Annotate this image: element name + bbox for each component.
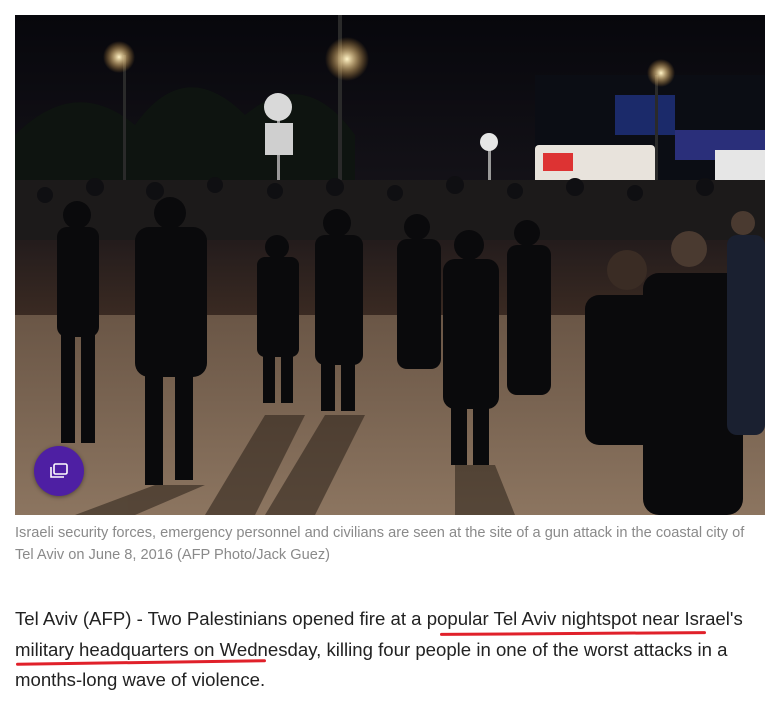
article-photo[interactable] bbox=[15, 15, 765, 515]
photo-caption: Israeli security forces, emergency perso… bbox=[15, 525, 745, 563]
highlighted-phrase-1: popular Tel Aviv nightspot near bbox=[426, 608, 680, 629]
gallery-icon bbox=[50, 463, 68, 478]
article-lead-1: Tel Aviv (AFP) - Two Palestinians opened… bbox=[15, 608, 427, 629]
gallery-button[interactable] bbox=[34, 446, 84, 496]
photo-scene bbox=[15, 15, 765, 515]
article-paragraph: Tel Aviv (AFP) - Two Palestinians opened… bbox=[15, 604, 767, 696]
